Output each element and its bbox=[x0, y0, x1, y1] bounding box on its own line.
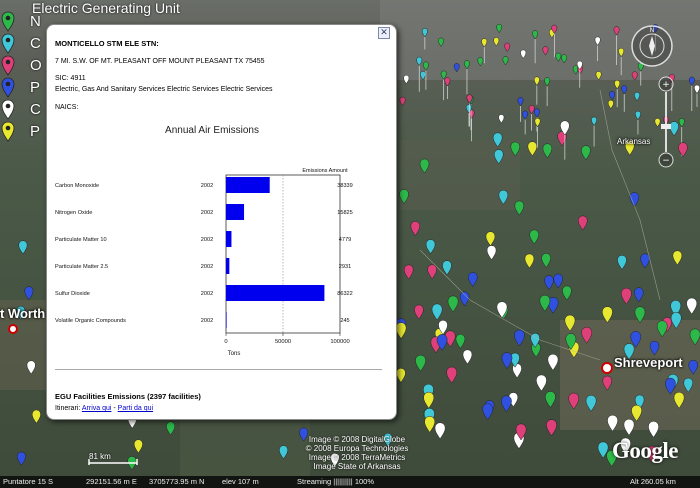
chart-category-label: Particulate Matter 2.5 bbox=[55, 264, 108, 270]
placemark-icon bbox=[1, 121, 15, 142]
legend-item[interactable]: C bbox=[0, 98, 41, 120]
city-marker-shreveport[interactable] bbox=[601, 362, 613, 374]
chart-bar bbox=[226, 204, 245, 220]
placemark-icon bbox=[1, 77, 15, 98]
chart-category-label: Carbon Monoxide bbox=[55, 183, 99, 189]
parti-da-qui-link[interactable]: Parti da qui bbox=[118, 405, 153, 412]
chart-bar bbox=[226, 312, 227, 328]
facility-sic: SIC: 4911 bbox=[55, 75, 86, 82]
chart-value-header: Emissions Amount bbox=[302, 168, 348, 174]
chart-x-axis-label: Tons bbox=[228, 351, 241, 357]
chart-title: Annual Air Emissions bbox=[165, 125, 259, 136]
emissions-chart: Annual Air Emissions Emissions Amount Ca… bbox=[55, 125, 353, 357]
placemark-icon bbox=[1, 55, 15, 76]
chart-bar bbox=[226, 231, 232, 247]
svg-text:−: − bbox=[662, 156, 670, 166]
chart-value-label: 86322 bbox=[337, 291, 353, 297]
imagery-credits: Image © 2008 DigitalGlobe © 2008 Europa … bbox=[292, 435, 422, 471]
google-logo: Google bbox=[612, 438, 679, 463]
status-pointer: Puntatore 15 S bbox=[3, 477, 54, 486]
legend-item[interactable]: O bbox=[0, 54, 42, 76]
svg-text:+: + bbox=[662, 80, 670, 90]
chart-bar bbox=[226, 285, 325, 301]
chart-value-label: 2931 bbox=[339, 264, 351, 270]
arriva-qui-link[interactable]: Arriva qui bbox=[82, 405, 112, 412]
zoom-slider[interactable]: + − bbox=[657, 76, 675, 168]
chart-year-label: 2002 bbox=[201, 210, 213, 216]
chart-value-label: 38339 bbox=[337, 183, 353, 189]
placemark-icon bbox=[1, 99, 15, 120]
legend-item[interactable]: C bbox=[0, 32, 41, 54]
scale-bar-label: 81 km bbox=[89, 452, 111, 461]
legend-item-label: C bbox=[30, 34, 41, 52]
city-marker-fort-worth[interactable] bbox=[8, 324, 18, 334]
facility-sic-description: Electric, Gas And Sanitary Services Elec… bbox=[55, 86, 273, 93]
status-bar: Puntatore 15 S 292151.56 m E 3705773.95 … bbox=[0, 476, 700, 488]
legend-item[interactable]: N bbox=[0, 10, 41, 32]
status-streaming: Streaming |||||||||| 100% bbox=[297, 477, 375, 486]
facility-info-balloon: ✕ MONTICELLO STM ELE STN: 7 MI. S.W. OF … bbox=[46, 24, 397, 420]
chart-category-label: Volatile Organic Compounds bbox=[55, 318, 126, 324]
placemark-icon bbox=[1, 11, 15, 32]
legend-item-label: O bbox=[30, 56, 42, 74]
chart-year-label: 2002 bbox=[201, 183, 213, 189]
chart-year-label: 2002 bbox=[201, 291, 213, 297]
facility-address: 7 MI. S.W. OF MT. PLEASANT OFF MOUNT PLE… bbox=[55, 58, 265, 65]
close-icon[interactable]: ✕ bbox=[378, 27, 390, 39]
legend-item-label: N bbox=[30, 12, 41, 30]
chart-year-label: 2002 bbox=[201, 264, 213, 270]
status-northing: 3705773.95 m N bbox=[149, 477, 205, 486]
chart-bar bbox=[226, 177, 270, 193]
divider bbox=[55, 369, 382, 370]
legend-item-label: P bbox=[30, 122, 41, 140]
itinerary-label: Itinerari: bbox=[55, 405, 81, 412]
chart-value-label: 245 bbox=[340, 318, 349, 324]
map-label-arkansas: Arkansas bbox=[617, 137, 651, 146]
credit-line: © 2008 Europa Technologies bbox=[305, 444, 409, 453]
map-label-shreveport: Shreveport bbox=[614, 355, 683, 370]
legend-item[interactable]: P bbox=[0, 76, 40, 98]
map-label-fort-worth: t Worth bbox=[0, 306, 46, 321]
chart-value-label: 15825 bbox=[337, 210, 353, 216]
chart-x-tick-label: 100000 bbox=[330, 339, 349, 345]
chart-year-label: 2002 bbox=[201, 237, 213, 243]
credit-line: Image © 2008 DigitalGlobe bbox=[308, 435, 406, 444]
chart-bar bbox=[226, 258, 230, 274]
placemark-icon bbox=[1, 33, 15, 54]
chart-value-label: 4779 bbox=[339, 237, 351, 243]
chart-category-label: Particulate Matter 10 bbox=[55, 237, 107, 243]
chart-category-label: Nitrogen Oxide bbox=[55, 210, 92, 216]
credit-line: Image © 2008 TerraMetrics bbox=[308, 453, 406, 462]
egu-facilities-title: EGU Facilities Emissions (2397 facilitie… bbox=[55, 392, 201, 401]
compass-north-label: N bbox=[650, 28, 654, 34]
legend-item-label: P bbox=[30, 78, 41, 96]
legend-item[interactable]: P bbox=[0, 120, 40, 142]
status-easting: 292151.56 m E bbox=[86, 477, 137, 486]
chart-category-label: Sulfur Dioxide bbox=[55, 291, 90, 297]
facility-name: MONTICELLO STM ELE STN: bbox=[55, 39, 159, 48]
status-eye-altitude: Alt 260.05 km bbox=[630, 477, 676, 486]
compass-control[interactable]: N bbox=[630, 24, 674, 68]
status-elevation: elev 107 m bbox=[222, 477, 259, 486]
itinerary-row: Itinerari: Arriva qui - Parti da qui bbox=[55, 405, 153, 412]
credit-line: Image State of Arkansas bbox=[313, 462, 401, 471]
layer-title: Electric Generating Unit bbox=[32, 0, 180, 16]
facility-naics: NAICS: bbox=[55, 104, 79, 111]
chart-year-label: 2002 bbox=[201, 318, 213, 324]
chart-x-tick-label: 0 bbox=[224, 339, 227, 345]
chart-x-tick-label: 50000 bbox=[275, 339, 291, 345]
legend-item-label: C bbox=[30, 100, 41, 118]
